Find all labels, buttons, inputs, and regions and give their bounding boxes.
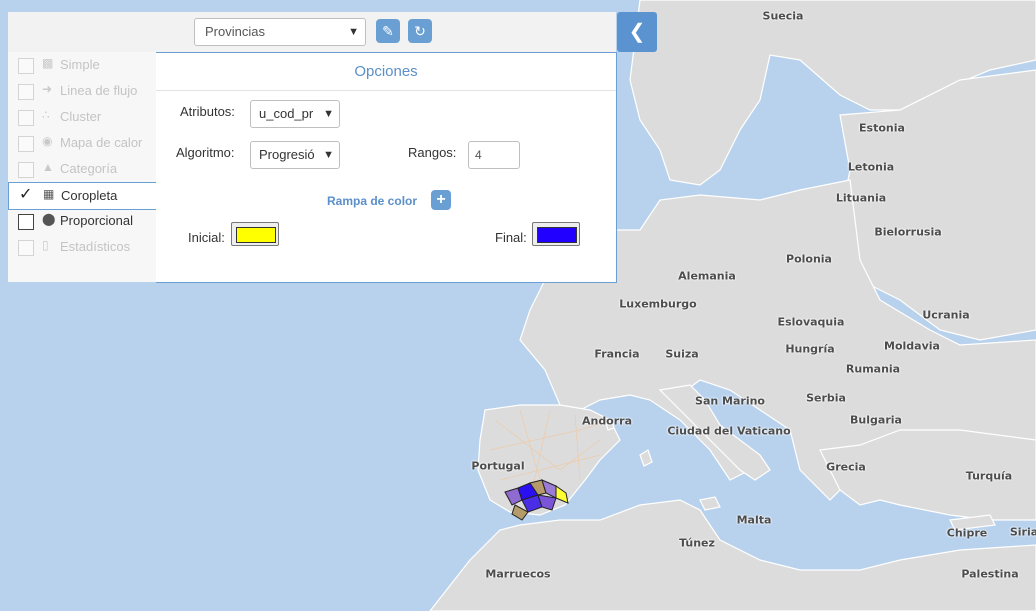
type-item-label: Simple xyxy=(60,57,100,72)
cluster-icon: ∴ xyxy=(42,108,50,122)
type-item-coropleta[interactable]: ✓ ▦ Coropleta xyxy=(8,182,157,210)
map-label: Luxemburgo xyxy=(619,297,697,311)
plus-icon: + xyxy=(436,191,446,208)
map-label: San Marino xyxy=(695,394,765,408)
collapse-panel-button[interactable]: ❮ xyxy=(617,12,657,52)
atributos-label: Atributos: xyxy=(180,104,235,119)
options-title: Opciones xyxy=(156,53,616,91)
map-label: Suecia xyxy=(762,9,804,23)
inicial-color-swatch xyxy=(236,227,276,243)
layer-select[interactable]: Provincias ▼ xyxy=(194,18,366,46)
analysis-type-list: ▩ Simple ➜ Linea de flujo ∴ Cluster ◉ Mapa de c… xyxy=(8,52,157,282)
atributos-select[interactable]: u_cod_pr ▼ xyxy=(250,100,340,128)
map-label: Francia xyxy=(594,347,640,361)
final-color-picker[interactable] xyxy=(532,222,580,246)
inicial-label: Inicial: xyxy=(188,230,225,245)
add-ramp-button[interactable]: + xyxy=(431,190,451,210)
checkbox[interactable] xyxy=(18,162,34,178)
choropleth-icon: ▦ xyxy=(43,187,55,201)
map-label: Letonia xyxy=(847,160,895,174)
type-item-simple[interactable]: ▩ Simple xyxy=(8,52,156,78)
map-label: Túnez xyxy=(679,536,715,550)
chevron-down-icon: ▼ xyxy=(323,149,334,161)
algoritmo-value: Progresió xyxy=(259,147,315,162)
type-item-linea-de-flujo[interactable]: ➜ Linea de flujo xyxy=(8,78,156,104)
checkbox[interactable] xyxy=(18,84,34,100)
algoritmo-label: Algoritmo: xyxy=(176,145,235,160)
checkbox[interactable] xyxy=(18,110,34,126)
refresh-button[interactable]: ↻ xyxy=(408,19,432,43)
rangos-label: Rangos: xyxy=(408,145,457,160)
map-label: Moldavia xyxy=(884,339,940,353)
map-label: Siria xyxy=(1009,525,1036,539)
type-item-label: Proporcional xyxy=(60,213,133,228)
type-item-label: Estadísticos xyxy=(60,239,131,254)
category-icon: ▲ xyxy=(42,160,54,174)
brush-button[interactable]: ✎ xyxy=(376,19,400,43)
checkbox[interactable] xyxy=(18,58,34,74)
map-label: Serbia xyxy=(806,391,846,405)
map-label: Ucrania xyxy=(922,308,970,322)
rampa-label: Rampa de color xyxy=(327,194,418,208)
atributos-value: u_cod_pr xyxy=(259,106,314,121)
chevron-down-icon: ▼ xyxy=(348,26,359,38)
type-item-label: Mapa de calor xyxy=(60,135,143,150)
final-label: Final: xyxy=(495,230,527,245)
simple-icon: ▩ xyxy=(42,56,54,70)
type-item-proporcional[interactable]: ⬤ Proporcional xyxy=(8,208,156,234)
map-label: Suiza xyxy=(665,347,699,361)
type-item-label: Coropleta xyxy=(61,188,118,203)
type-item-estadísticos[interactable]: ▯ Estadísticos xyxy=(8,234,156,260)
type-item-label: Linea de flujo xyxy=(60,83,138,98)
arrow-right-icon: ➜ xyxy=(42,82,53,96)
map-label: Bulgaria xyxy=(850,413,902,427)
map-label: Rumania xyxy=(845,362,901,376)
map-label: Estonia xyxy=(859,121,905,135)
type-item-cluster[interactable]: ∴ Cluster xyxy=(8,104,156,130)
layer-select-value: Provincias xyxy=(205,24,265,39)
map-label: Polonia xyxy=(786,252,832,266)
toolbar: Provincias ▼ ✎ ↻ xyxy=(8,12,616,53)
map-label: Grecia xyxy=(826,460,866,474)
checkbox[interactable]: ✓ xyxy=(19,187,33,203)
map-label: Palestina xyxy=(961,567,1019,581)
map-label: Lituania xyxy=(835,191,887,205)
rangos-input[interactable]: 4 xyxy=(468,141,520,169)
final-color-swatch xyxy=(537,227,577,243)
refresh-icon: ↻ xyxy=(414,23,426,39)
map-label: Chipre xyxy=(946,526,988,540)
map-label: Bielorrusia xyxy=(874,225,942,239)
chevron-left-icon: ❮ xyxy=(628,21,646,43)
checkbox[interactable] xyxy=(18,136,34,152)
options-panel: Opciones Atributos: u_cod_pr ▼ Algoritmo… xyxy=(156,52,617,283)
map-label: Eslovaquia xyxy=(777,315,845,329)
checkbox[interactable] xyxy=(18,214,34,230)
map-label: Malta xyxy=(736,513,772,527)
map-label: Ciudad del Vaticano xyxy=(667,424,791,438)
map-label: Marruecos xyxy=(485,567,551,581)
map-label: Hungría xyxy=(785,342,835,356)
type-item-label: Cluster xyxy=(60,109,102,124)
heatmap-icon: ◉ xyxy=(42,134,53,148)
checkbox[interactable] xyxy=(18,240,34,256)
bar-chart-icon: ▯ xyxy=(42,238,49,252)
brush-icon: ✎ xyxy=(382,23,394,39)
map-label: Portugal xyxy=(471,459,525,473)
type-item-mapa-de-calor[interactable]: ◉ Mapa de calor xyxy=(8,130,156,156)
type-item-categoría[interactable]: ▲ Categoría xyxy=(8,156,156,182)
algoritmo-select[interactable]: Progresió ▼ xyxy=(250,141,340,169)
map-label: Andorra xyxy=(581,414,633,428)
chevron-down-icon: ▼ xyxy=(323,108,334,120)
map-label: Alemania xyxy=(678,269,736,283)
proportional-icon: ⬤ xyxy=(42,212,56,226)
inicial-color-picker[interactable] xyxy=(231,222,279,246)
map-label: Turquía xyxy=(965,469,1013,483)
type-item-label: Categoría xyxy=(60,161,118,176)
